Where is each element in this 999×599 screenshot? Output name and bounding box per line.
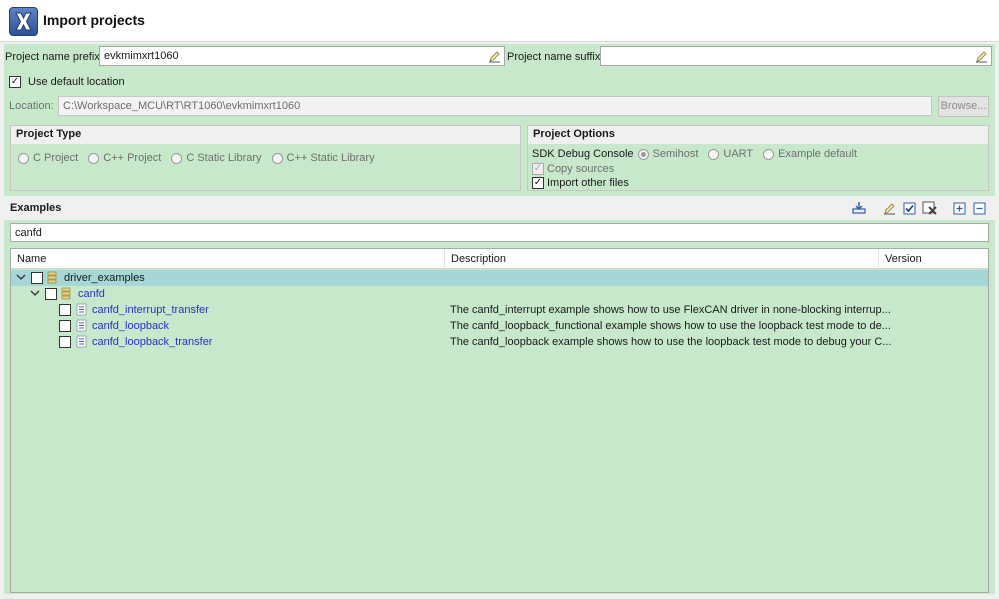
suffix-label: Project name suffix: — [507, 51, 604, 63]
row-name: driver_examples — [64, 272, 145, 284]
examples-filter-input[interactable]: canfd — [10, 223, 989, 242]
row-checkbox[interactable] — [45, 288, 57, 300]
c-static-library-label: C Static Library — [186, 152, 262, 164]
table-row[interactable]: canfd — [11, 286, 988, 302]
row-name[interactable]: canfd_loopback_transfer — [92, 336, 212, 348]
semihost-radio[interactable] — [637, 148, 649, 160]
import-other-files-checkbox[interactable] — [532, 177, 544, 189]
sdk-debug-console-label: SDK Debug Console — [532, 148, 634, 160]
collapse-all-icon[interactable] — [971, 200, 987, 216]
row-checkbox[interactable] — [59, 320, 71, 332]
row-description: The canfd_interrupt example shows how to… — [450, 304, 891, 316]
use-default-location-checkbox[interactable] — [9, 76, 21, 88]
row-name[interactable]: canfd_interrupt_transfer — [92, 304, 209, 316]
c-static-library-radio[interactable] — [171, 152, 183, 164]
uart-radio[interactable] — [708, 148, 720, 160]
table-header: Name Description Version — [11, 249, 988, 269]
c-project-radio[interactable] — [18, 152, 29, 164]
copy-sources-row: Copy sources — [532, 163, 614, 175]
cpp-project-radio[interactable] — [88, 152, 100, 164]
column-header-name[interactable]: Name — [11, 249, 445, 269]
suffix-edit-icon[interactable] — [973, 48, 989, 64]
copy-sources-label: Copy sources — [547, 163, 615, 175]
c-project-label: C Project — [33, 152, 79, 164]
expand-all-icon[interactable] — [951, 200, 967, 216]
dialog-title: Import projects — [43, 12, 145, 28]
folder-stack-icon — [61, 287, 71, 303]
prefix-input[interactable]: evkmimxrt1060 — [99, 46, 505, 66]
examples-toolbar — [851, 200, 987, 216]
table-row[interactable]: canfd_interrupt_transfer The canfd_inter… — [11, 302, 988, 318]
import-from-icon[interactable] — [851, 200, 867, 216]
row-description: The canfd_loopback example shows how to … — [450, 336, 892, 348]
use-default-location-label: Use default location — [28, 76, 125, 88]
sdk-debug-console-row: SDK Debug Console Semihost UART Example … — [532, 148, 857, 160]
table-row[interactable]: canfd_loopback The canfd_loopback_functi… — [11, 318, 988, 334]
row-checkbox[interactable] — [59, 336, 71, 348]
uart-label: UART — [723, 148, 754, 160]
table-row[interactable]: canfd_loopback_transfer The canfd_loopba… — [11, 334, 988, 350]
cpp-static-library-label: C++ Static Library — [286, 152, 375, 164]
table-row[interactable]: driver_examples — [11, 270, 988, 286]
cpp-static-library-radio[interactable] — [271, 152, 283, 164]
example-default-radio[interactable] — [763, 148, 775, 160]
examples-title: Examples — [10, 202, 62, 214]
row-checkbox[interactable] — [59, 304, 71, 316]
prefix-label: Project name prefix: — [5, 51, 103, 63]
suffix-input[interactable] — [600, 46, 992, 66]
folder-stack-icon — [47, 271, 57, 287]
import-other-files-row: Import other files — [532, 177, 629, 189]
chevron-down-icon[interactable] — [16, 270, 26, 287]
document-icon — [76, 335, 87, 351]
row-description: The canfd_loopback_functional example sh… — [450, 320, 891, 332]
column-header-description[interactable]: Description — [445, 249, 879, 269]
document-icon — [76, 319, 87, 335]
examples-header-bar — [4, 196, 995, 220]
browse-button[interactable]: Browse... — [938, 96, 989, 117]
project-type-title: Project Type — [11, 126, 520, 144]
examples-tree-table[interactable]: Name Description Version driver_examples… — [10, 248, 989, 593]
project-type-options: C Project C++ Project C Static Library C… — [18, 152, 375, 164]
select-all-icon[interactable] — [901, 200, 917, 216]
chevron-down-icon[interactable] — [30, 286, 40, 303]
semihost-label: Semihost — [652, 148, 699, 160]
location-input[interactable]: C:\Workspace_MCU\RT\RT1060\evkmimxrt1060 — [58, 96, 932, 116]
project-options-title: Project Options — [528, 126, 988, 144]
deselect-all-icon[interactable] — [921, 200, 937, 216]
example-default-label: Example default — [778, 148, 858, 160]
row-name[interactable]: canfd — [78, 288, 105, 300]
copy-sources-checkbox[interactable] — [532, 163, 544, 175]
prefix-edit-icon[interactable] — [486, 48, 502, 64]
row-name[interactable]: canfd_loopback — [92, 320, 169, 332]
row-checkbox[interactable] — [31, 272, 43, 284]
cpp-project-label: C++ Project — [103, 152, 162, 164]
import-logo-icon — [9, 7, 38, 36]
import-other-files-label: Import other files — [547, 177, 629, 189]
location-label: Location: — [9, 100, 54, 112]
dialog-header: Import projects — [0, 0, 999, 42]
clear-filter-icon[interactable] — [881, 200, 897, 216]
document-icon — [76, 303, 87, 319]
column-header-version[interactable]: Version — [879, 249, 988, 269]
use-default-location[interactable]: Use default location — [9, 76, 125, 88]
